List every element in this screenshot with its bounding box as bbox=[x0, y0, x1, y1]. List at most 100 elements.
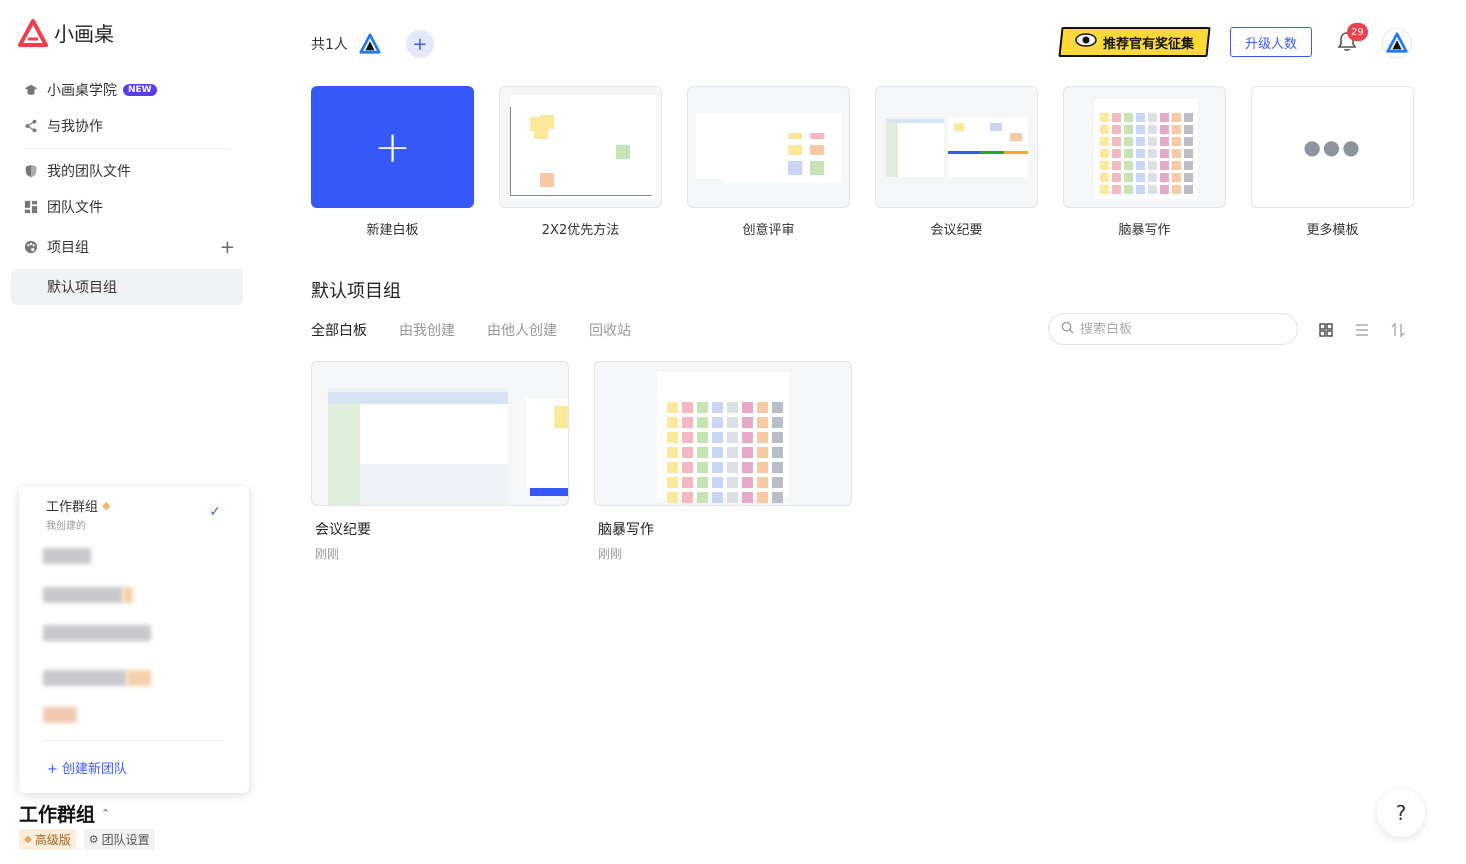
sidebar-item-my-team-files[interactable]: 我的团队文件 bbox=[11, 153, 243, 189]
sticky-note bbox=[1112, 137, 1121, 146]
team-option-redacted[interactable] bbox=[43, 670, 127, 686]
avatar-logo-icon bbox=[1386, 32, 1408, 53]
sidebar-item-default-project-group[interactable]: 默认项目组 bbox=[11, 269, 243, 305]
team-settings-button[interactable]: ⚙ 团队设置 bbox=[83, 829, 155, 850]
template-2x2-priority[interactable]: 2X2优先方法 bbox=[499, 86, 662, 238]
template-meeting-notes[interactable]: 会议纪要 bbox=[875, 86, 1038, 238]
list-view-icon[interactable] bbox=[1354, 322, 1370, 342]
sticky-note bbox=[727, 417, 738, 428]
template-more[interactable]: ●●● 更多模板 bbox=[1251, 86, 1414, 238]
sticky-note bbox=[1148, 149, 1157, 158]
add-project-group-button[interactable]: + bbox=[220, 237, 235, 258]
sticky-note bbox=[772, 462, 783, 473]
sidebar-item-team-files[interactable]: 团队文件 bbox=[11, 189, 243, 225]
user-avatar[interactable] bbox=[1382, 28, 1412, 58]
sticky-note bbox=[1160, 113, 1169, 122]
upgrade-seats-button[interactable]: 升级人数 bbox=[1230, 27, 1312, 57]
sticky-note bbox=[1124, 125, 1133, 134]
sticky-note bbox=[727, 462, 738, 473]
template-brainstorm[interactable]: 脑暴写作 bbox=[1063, 86, 1226, 238]
sticky-note bbox=[1160, 149, 1169, 158]
sticky-note bbox=[682, 492, 693, 503]
team-option-redacted[interactable] bbox=[43, 587, 123, 603]
board-card[interactable]: 会议纪要 刚刚 bbox=[311, 361, 569, 562]
premium-plan-badge[interactable]: ◆ 高级版 bbox=[19, 829, 76, 850]
template-new-board[interactable]: + 新建白板 bbox=[311, 86, 474, 238]
sticky-note bbox=[1100, 137, 1109, 146]
template-thumbnail[interactable] bbox=[875, 86, 1038, 208]
sticky-note bbox=[1112, 125, 1121, 134]
diamond-icon: ◆ bbox=[24, 834, 32, 845]
sticky-note bbox=[667, 432, 678, 443]
sticky-note bbox=[742, 402, 753, 413]
share-icon bbox=[23, 118, 39, 134]
board-filter-tabs: 全部白板 由我创建 由他人创建 回收站 bbox=[311, 320, 631, 340]
board-time: 刚刚 bbox=[315, 547, 340, 561]
sticky-note bbox=[667, 462, 678, 473]
new-badge: NEW bbox=[123, 84, 157, 96]
template-thumbnail[interactable] bbox=[687, 86, 850, 208]
team-option-redacted[interactable] bbox=[43, 548, 91, 564]
team-switcher[interactable]: 工作群组 ⌃ bbox=[19, 800, 110, 827]
more-templates-thumbnail[interactable]: ●●● bbox=[1251, 86, 1414, 208]
sticky-note bbox=[712, 447, 723, 458]
board-thumbnail[interactable] bbox=[594, 361, 852, 506]
sticky-note bbox=[682, 447, 693, 458]
tab-all-boards[interactable]: 全部白板 bbox=[311, 320, 367, 340]
sticky-note bbox=[1172, 137, 1181, 146]
add-member-button[interactable]: + bbox=[405, 30, 434, 58]
sidebar-nav: 小画桌学院 NEW 与我协作 我的团队文件 团队文件 项目组 + 默认项目组 bbox=[11, 72, 243, 305]
member-avatar[interactable] bbox=[358, 32, 382, 56]
team-option-current[interactable]: 工作群组 ◆ 我创建的 bbox=[46, 496, 110, 532]
sticky-note bbox=[1160, 161, 1169, 170]
sticky-note bbox=[1148, 113, 1157, 122]
help-button[interactable]: ? bbox=[1377, 789, 1425, 837]
sidebar-item-project-groups[interactable]: 项目组 + bbox=[11, 229, 243, 265]
sidebar-item-academy[interactable]: 小画桌学院 NEW bbox=[11, 72, 243, 108]
team-option-redacted[interactable] bbox=[43, 707, 77, 723]
sticky-note bbox=[1148, 185, 1157, 194]
sidebar-item-shared[interactable]: 与我协作 bbox=[11, 108, 243, 144]
new-board-thumbnail[interactable]: + bbox=[311, 86, 474, 208]
thumbnail-canvas bbox=[328, 388, 508, 505]
sticky-note bbox=[667, 447, 678, 458]
sticky-note bbox=[697, 492, 708, 503]
tab-created-by-others[interactable]: 由他人创建 bbox=[487, 320, 557, 340]
sticky-note bbox=[1124, 137, 1133, 146]
app-name: 小画桌 bbox=[54, 22, 114, 46]
board-name: 会议纪要 bbox=[315, 522, 371, 538]
sticky-note bbox=[1124, 149, 1133, 158]
sticky-note bbox=[1184, 125, 1193, 134]
search-input[interactable] bbox=[1080, 321, 1270, 337]
sticky-note bbox=[757, 402, 768, 413]
team-option-redacted[interactable] bbox=[43, 625, 151, 641]
template-idea-review[interactable]: 创意评审 bbox=[687, 86, 850, 238]
section-title: 默认项目组 bbox=[311, 281, 401, 302]
board-thumbnail[interactable] bbox=[311, 361, 569, 506]
notification-count-badge: 29 bbox=[1347, 23, 1368, 41]
sticky-note bbox=[667, 417, 678, 428]
sticky-note bbox=[742, 417, 753, 428]
tab-trash[interactable]: 回收站 bbox=[589, 320, 631, 340]
tab-created-by-me[interactable]: 由我创建 bbox=[399, 320, 455, 340]
grid-view-icon[interactable] bbox=[1318, 322, 1334, 342]
board-search[interactable] bbox=[1048, 313, 1298, 345]
sticky-note bbox=[1136, 173, 1145, 182]
sort-icon[interactable] bbox=[1390, 322, 1406, 342]
plan-label: 高级版 bbox=[34, 833, 71, 847]
sticky-note bbox=[772, 417, 783, 428]
app-logo[interactable]: 小画桌 bbox=[18, 18, 114, 47]
sticky-note bbox=[682, 402, 693, 413]
promo-banner[interactable]: 推荐官有奖征集 bbox=[1058, 27, 1211, 57]
avatar-logo-icon bbox=[359, 33, 381, 54]
sidebar-item-label: 默认项目组 bbox=[47, 280, 117, 296]
sidebar-item-label: 与我协作 bbox=[47, 119, 103, 135]
sticky-note bbox=[712, 432, 723, 443]
template-thumbnail[interactable] bbox=[1063, 86, 1226, 208]
sticky-note bbox=[697, 477, 708, 488]
sticky-note bbox=[772, 492, 783, 503]
board-card[interactable]: 脑暴写作 刚刚 bbox=[594, 361, 852, 562]
thumbnail-canvas bbox=[1094, 99, 1198, 199]
create-team-button[interactable]: + 创建新团队 bbox=[47, 758, 127, 777]
template-thumbnail[interactable] bbox=[499, 86, 662, 208]
